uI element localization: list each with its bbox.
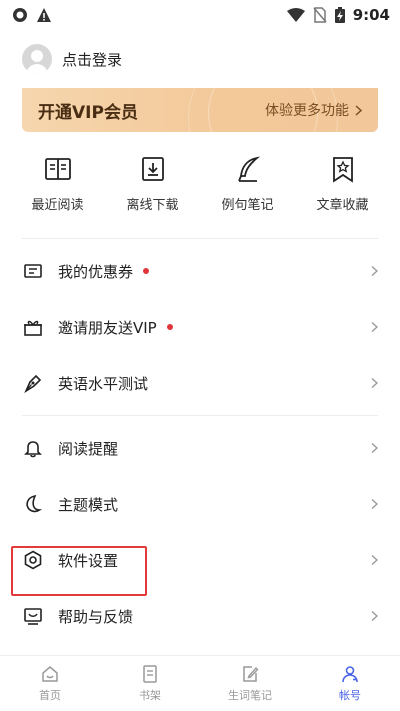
account-icon xyxy=(342,666,358,683)
quick-action-offline-download[interactable]: 离线下载 xyxy=(113,154,193,238)
quick-action-label: 最近阅读 xyxy=(31,198,84,213)
vip-more-link[interactable]: 体验更多功能 xyxy=(265,100,362,120)
menu-item-theme-mode[interactable]: 主题模式 xyxy=(0,476,400,532)
tab-bookshelf[interactable]: 书架 xyxy=(110,664,190,703)
avatar[interactable] xyxy=(22,44,52,74)
download-icon xyxy=(141,157,164,181)
moon-icon xyxy=(22,493,44,515)
wifi-icon xyxy=(286,8,305,22)
quick-action-label: 文章收藏 xyxy=(316,198,369,213)
status-time: 9:04 xyxy=(352,6,390,24)
chevron-right-icon xyxy=(371,442,378,454)
quick-action-sentence-notes[interactable]: 例句笔记 xyxy=(208,154,288,238)
quick-actions: 最近阅读 离线下载 例句笔记 文章收藏 xyxy=(0,132,400,238)
login-label[interactable]: 点击登录 xyxy=(62,49,122,70)
no-sim-icon xyxy=(313,7,327,23)
quick-action-label: 离线下载 xyxy=(126,198,179,213)
book-open-icon xyxy=(44,158,71,180)
menu-item-label: 主题模式 xyxy=(58,495,119,514)
bell-icon xyxy=(22,437,44,459)
warning-icon xyxy=(37,8,51,22)
tab-label: 生词笔记 xyxy=(228,689,272,702)
tab-label: 帐号 xyxy=(339,689,361,702)
quick-action-recent-reading[interactable]: 最近阅读 xyxy=(18,154,98,238)
coupon-icon xyxy=(22,260,44,282)
notification-dot xyxy=(143,268,150,274)
notification-dot xyxy=(166,324,173,330)
chevron-right-icon xyxy=(371,610,378,622)
quick-action-label: 例句笔记 xyxy=(221,198,274,213)
bottom-tab-bar: 首页 书架 生词笔记 帐号 xyxy=(0,655,400,711)
chevron-right-icon xyxy=(371,321,378,333)
battery-charging-icon xyxy=(334,7,345,23)
menu-item-coupons[interactable]: 我的优惠券 xyxy=(0,243,400,299)
edit-note-icon xyxy=(243,666,259,682)
bookshelf-icon xyxy=(143,665,157,683)
bookmark-star-icon xyxy=(332,157,353,183)
chevron-right-icon xyxy=(371,498,378,510)
menu-item-help-feedback[interactable]: 帮助与反馈 xyxy=(0,588,400,644)
feedback-icon xyxy=(22,605,44,627)
vip-banner[interactable]: 开通VIP会员 体验更多功能 xyxy=(22,88,378,132)
gift-icon xyxy=(22,316,44,338)
chevron-right-icon xyxy=(371,377,378,389)
chevron-right-icon xyxy=(371,265,378,277)
pen-nib-icon xyxy=(22,372,44,394)
chevron-right-icon xyxy=(355,104,362,116)
tab-label: 书架 xyxy=(139,689,161,702)
menu-item-label: 阅读提醒 xyxy=(58,439,119,458)
tab-home[interactable]: 首页 xyxy=(10,664,90,703)
menu-item-english-test[interactable]: 英语水平测试 xyxy=(0,355,400,411)
status-bar: 9:04 xyxy=(0,0,400,30)
tab-account[interactable]: 帐号 xyxy=(310,664,390,703)
menu-item-label: 帮助与反馈 xyxy=(58,607,134,626)
profile-row[interactable]: 点击登录 xyxy=(0,30,400,88)
vip-more-label: 体验更多功能 xyxy=(265,103,349,119)
chevron-right-icon xyxy=(371,554,378,566)
menu-item-reading-reminder[interactable]: 阅读提醒 xyxy=(0,420,400,476)
menu-group-2: 阅读提醒 主题模式 软件设置 帮助与反馈 xyxy=(0,416,400,644)
circle-notification-icon xyxy=(13,8,27,22)
menu-item-label: 邀请朋友送VIP xyxy=(58,318,157,337)
menu-group-1: 我的优惠券 邀请朋友送VIP 英语水平测试 xyxy=(0,239,400,411)
vip-title: 开通VIP会员 xyxy=(38,102,138,123)
tab-word-notes[interactable]: 生词笔记 xyxy=(210,664,290,703)
feather-pen-icon xyxy=(237,156,260,182)
highlight-box xyxy=(11,546,147,596)
menu-item-label: 我的优惠券 xyxy=(58,262,134,281)
menu-item-invite-friends[interactable]: 邀请朋友送VIP xyxy=(0,299,400,355)
menu-item-label: 英语水平测试 xyxy=(58,374,149,393)
tab-label: 首页 xyxy=(39,689,61,702)
quick-action-article-favorites[interactable]: 文章收藏 xyxy=(303,154,383,238)
home-icon xyxy=(42,666,58,682)
